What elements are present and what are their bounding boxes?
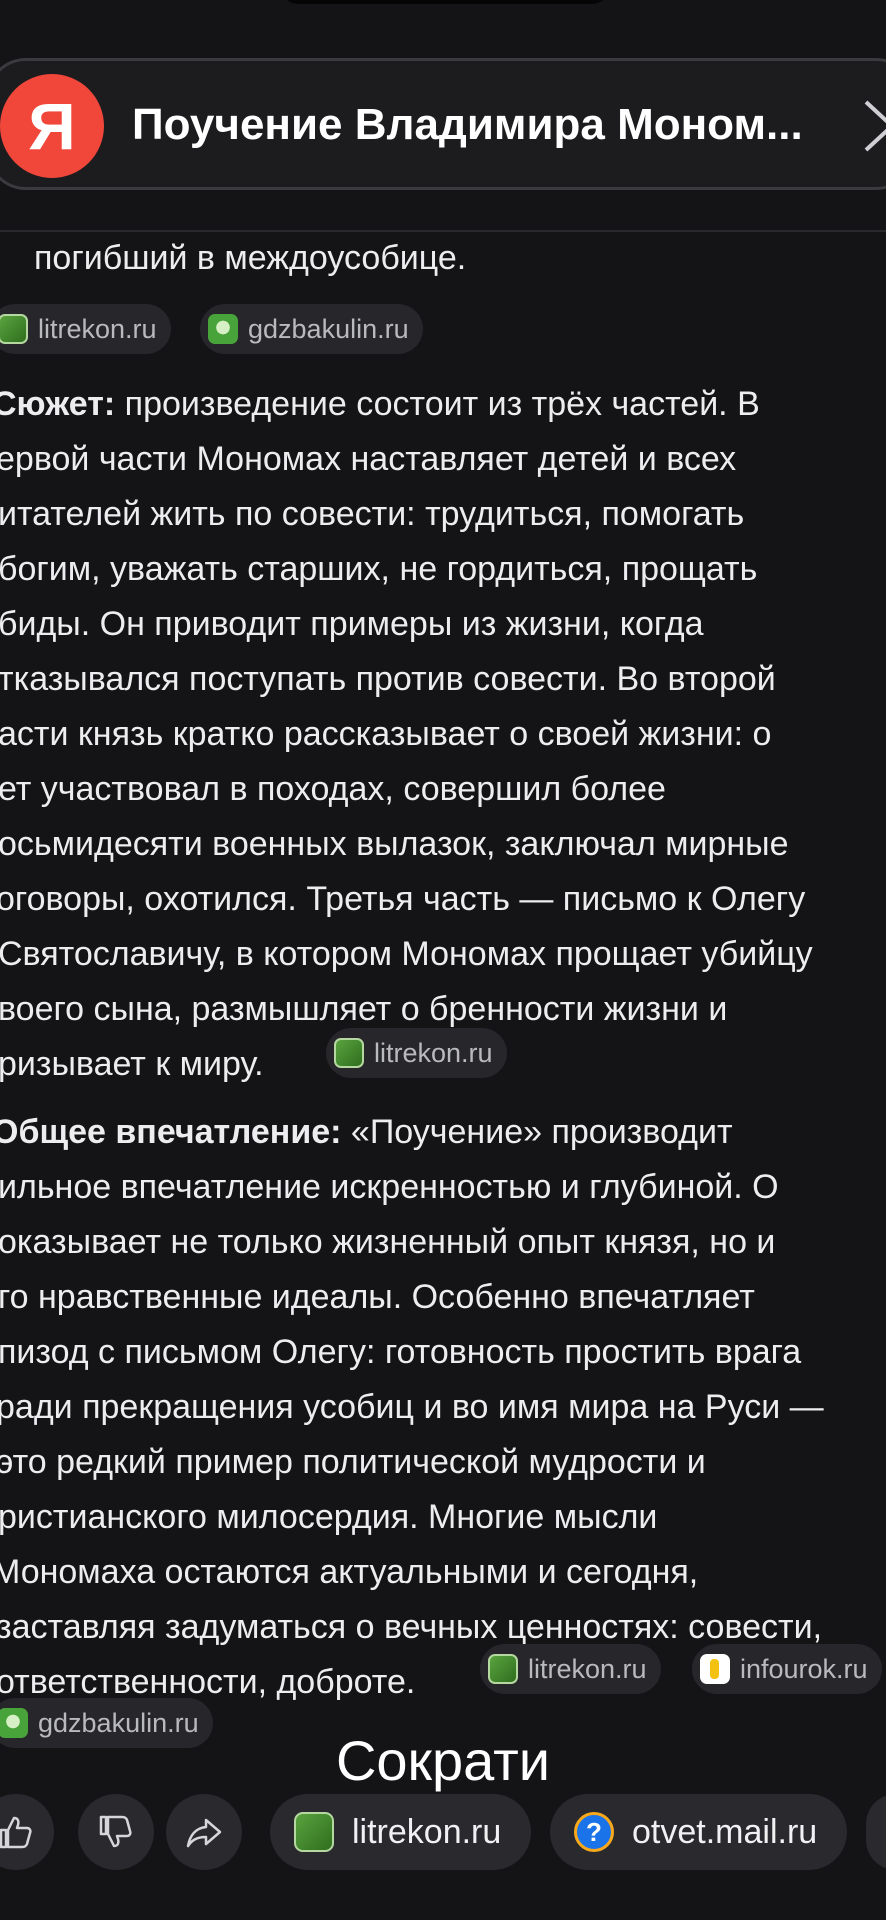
litrekon-icon: [488, 1654, 518, 1684]
share-button[interactable]: [166, 1794, 242, 1870]
page-title[interactable]: Поучение Владимира Моном...: [132, 100, 803, 150]
status-bar-notch: [280, 0, 610, 4]
text-line: асти князь кратко рассказывает о своей ж…: [0, 715, 772, 753]
header-divider: [0, 230, 886, 232]
text-line: воего сына, размышляет о бренности жизни…: [0, 990, 728, 1028]
source-chip-gdzbakulin[interactable]: gdzbakulin.ru: [200, 304, 423, 354]
litrekon-icon: [0, 314, 28, 344]
text-line: пизод с письмом Олегу: готовность прости…: [0, 1333, 802, 1371]
more-sources-button[interactable]: [866, 1794, 886, 1870]
text-line: оговоры, охотился. Третья часть — письмо…: [0, 880, 806, 918]
shorten-suggestion[interactable]: Сократи: [0, 1728, 886, 1793]
text-line: ильное впечатление искренностью и глубин…: [0, 1168, 779, 1206]
yandex-logo[interactable]: Я: [0, 74, 104, 178]
dislike-button[interactable]: [78, 1794, 154, 1870]
text-line: ответственности, доброте.: [0, 1663, 416, 1701]
text-line: ристианского милосердия. Многие мысли: [0, 1498, 658, 1536]
like-button[interactable]: [0, 1794, 54, 1870]
thumbs-up-icon: [0, 1816, 32, 1849]
text-line: го нравственные идеалы. Особенно впечатл…: [0, 1278, 755, 1316]
text-line: заставляя задуматься о вечных ценностях:…: [0, 1608, 823, 1646]
chevron-right-icon[interactable]: [858, 96, 886, 156]
text-line: осьмидесяти военных вылазок, заключал ми…: [0, 825, 789, 863]
text-line: ет участвовал в походах, совершил более: [0, 770, 666, 808]
text-line: ради прекращения усобиц и во имя мира на…: [0, 1388, 824, 1426]
text-line: погибший в междоусобице.: [34, 239, 467, 277]
source-button-litrekon[interactable]: litrekon.ru: [270, 1794, 532, 1870]
litrekon-icon: [334, 1038, 364, 1068]
text-line: итателей жить по совести: трудиться, пом…: [0, 495, 745, 533]
text-line: богим, уважать старших, не гордиться, пр…: [0, 550, 758, 588]
source-chip-litrekon[interactable]: litrekon.ru: [0, 304, 171, 354]
text-line: ервой части Мономах наставляет детей и в…: [0, 440, 737, 478]
source-chip-litrekon[interactable]: litrekon.ru: [326, 1028, 507, 1078]
source-chip-litrekon[interactable]: litrekon.ru: [480, 1644, 661, 1694]
litrekon-icon: [294, 1812, 334, 1852]
share-icon: [186, 1818, 222, 1848]
infourok-icon: [700, 1654, 730, 1684]
thumbs-down-icon: [99, 1815, 132, 1848]
impression-paragraph-line: Общее впечатление: «Поучение» производит: [0, 1112, 733, 1152]
source-button-otvet-mail[interactable]: ? otvet.mail.ru: [550, 1794, 848, 1870]
impression-label: Общее впечатление:: [0, 1113, 342, 1151]
otvet-mail-icon: ?: [574, 1812, 614, 1852]
text-line: ризывает к миру.: [0, 1045, 264, 1083]
text-line: оказывает не только жизненный опыт князя…: [0, 1223, 776, 1261]
text-line: Святославичу, в котором Мономах прощает …: [0, 935, 813, 973]
source-chip-infourok[interactable]: infourok.ru: [692, 1644, 882, 1694]
text-line: тказывался поступать против совести. Во …: [0, 660, 776, 698]
gdzbakulin-icon: [208, 314, 238, 344]
text-line: биды. Он приводит примеры из жизни, когд…: [0, 605, 704, 643]
plot-paragraph-line: Сюжет: произведение состоит из трёх част…: [0, 384, 760, 424]
text-line: Мономаха остаются актуальными и сегодня,: [0, 1553, 699, 1591]
plot-label: Сюжет:: [0, 385, 116, 423]
text-line: это редкий пример политической мудрости …: [0, 1443, 706, 1481]
